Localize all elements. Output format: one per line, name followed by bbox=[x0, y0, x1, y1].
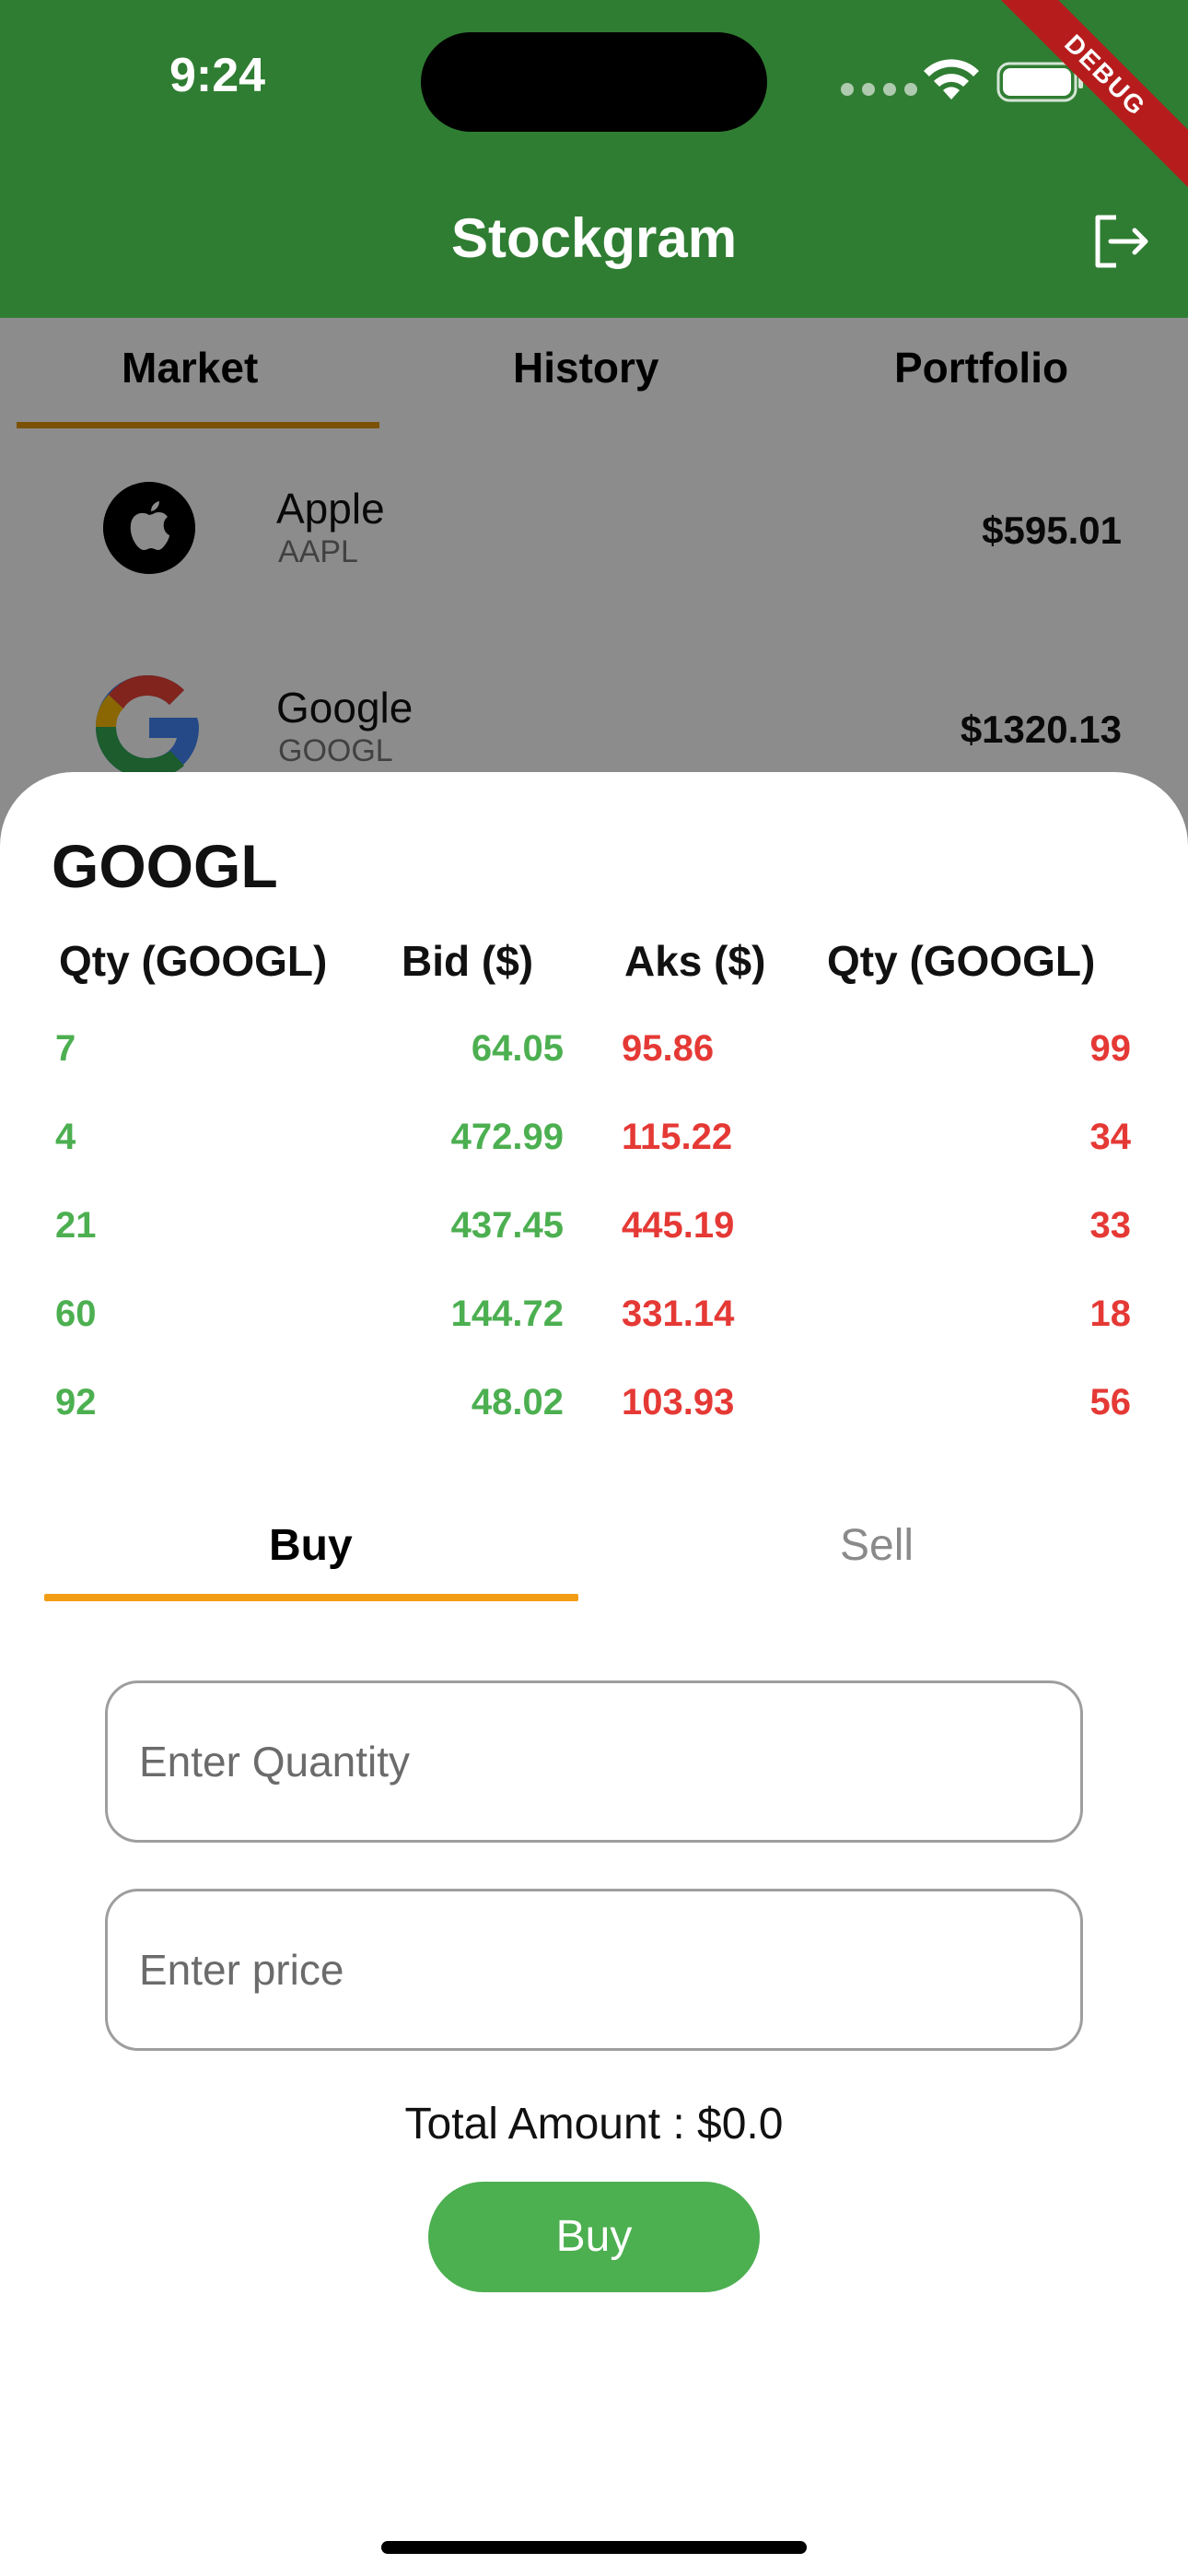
ask-qty-cell: 56 bbox=[1089, 1382, 1132, 1423]
trade-tab-indicator bbox=[44, 1594, 578, 1601]
bid-price-cell: 64.05 bbox=[471, 1028, 564, 1069]
ask-qty-cell: 33 bbox=[1089, 1205, 1132, 1246]
buy-button[interactable]: Buy bbox=[428, 2182, 760, 2292]
price-field[interactable] bbox=[105, 1889, 1083, 2051]
bid-price-cell: 472.99 bbox=[450, 1117, 564, 1157]
ask-qty-cell: 34 bbox=[1089, 1117, 1132, 1157]
bid-price-cell: 437.45 bbox=[450, 1205, 564, 1246]
tab-sell[interactable]: Sell bbox=[840, 1520, 914, 1571]
bid-price-cell: 144.72 bbox=[450, 1294, 564, 1334]
ask-qty-cell: 18 bbox=[1089, 1294, 1132, 1334]
ask-price-cell: 95.86 bbox=[622, 1028, 715, 1069]
wifi-icon bbox=[924, 59, 979, 100]
app-title: Stockgram bbox=[450, 207, 738, 269]
price-input[interactable] bbox=[139, 1891, 1051, 2048]
bid-qty-cell: 60 bbox=[55, 1294, 97, 1334]
quantity-field[interactable] bbox=[105, 1680, 1083, 1843]
bid-qty-header: Qty (GOOGL) bbox=[59, 937, 328, 985]
logout-icon[interactable] bbox=[1089, 210, 1151, 273]
trade-bottom-sheet: GOOGL Qty (GOOGL) Bid ($) Aks ($) Qty (G… bbox=[0, 772, 1188, 2576]
status-time: 9:24 bbox=[169, 49, 266, 102]
bid-qty-cell: 4 bbox=[55, 1117, 76, 1157]
ask-price-cell: 115.22 bbox=[622, 1117, 733, 1157]
cellular-signal-icon bbox=[841, 83, 917, 96]
ask-qty-cell: 99 bbox=[1089, 1028, 1132, 1069]
ask-price-cell: 103.93 bbox=[622, 1382, 735, 1423]
ask-header: Aks ($) bbox=[624, 937, 766, 985]
quantity-input[interactable] bbox=[139, 1683, 1051, 1840]
ask-qty-header: Qty (GOOGL) bbox=[827, 937, 1096, 985]
total-amount: Total Amount : $0.0 bbox=[404, 2100, 784, 2149]
app-bar: 9:24 Stockgram bbox=[0, 0, 1188, 318]
bid-header: Bid ($) bbox=[402, 937, 534, 985]
sheet-title: GOOGL bbox=[52, 832, 278, 900]
home-indicator bbox=[381, 2541, 807, 2554]
ask-price-cell: 331.14 bbox=[622, 1294, 735, 1334]
bid-qty-cell: 21 bbox=[55, 1205, 97, 1246]
bid-price-cell: 48.02 bbox=[471, 1382, 564, 1423]
tab-buy[interactable]: Buy bbox=[269, 1520, 353, 1571]
dynamic-island bbox=[421, 32, 767, 132]
bid-qty-cell: 7 bbox=[55, 1028, 76, 1069]
ask-price-cell: 445.19 bbox=[622, 1205, 735, 1246]
bid-qty-cell: 92 bbox=[55, 1382, 97, 1423]
